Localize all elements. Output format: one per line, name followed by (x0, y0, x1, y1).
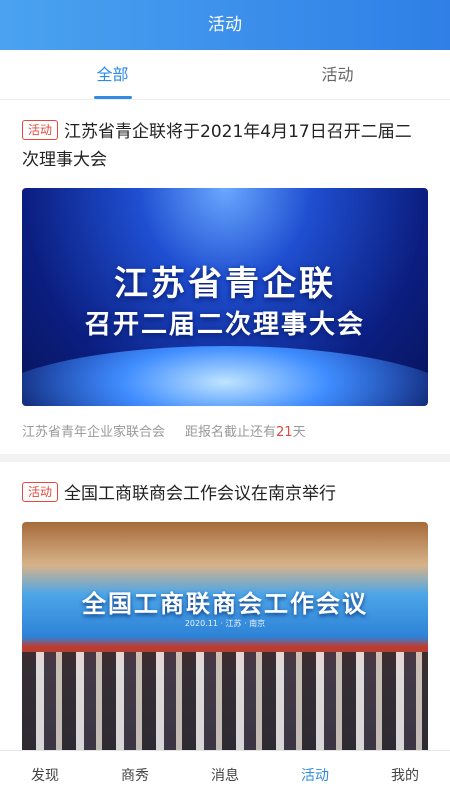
banner-caption: 2020.11 · 江苏 · 南京 (184, 619, 266, 628)
activity-feed: 活动 江苏省青企联将于2021年4月17日召开二届二次理事大会 江苏省青企联 召开… (0, 100, 450, 750)
activity-card[interactable]: 活动 全国工商联商会工作会议在南京举行 全国工商联商会工作会议 2020.11 ·… (0, 462, 450, 750)
banner-headline: 江苏省青企联 (114, 264, 336, 304)
tab-activity[interactable]: 活动 (225, 50, 450, 99)
tab-all[interactable]: 全部 (0, 50, 225, 99)
tabbar-mine[interactable]: 我的 (360, 751, 450, 800)
organizer: 江苏省青年企业家联合会 (22, 425, 166, 440)
tabbar-messages[interactable]: 消息 (180, 751, 270, 800)
tabbar-business-show[interactable]: 商秀 (90, 751, 180, 800)
category-tabs: 全部 活动 (0, 50, 450, 100)
tabbar-discover[interactable]: 发现 (0, 751, 90, 800)
activity-title: 全国工商联商会工作会议在南京举行 (64, 484, 337, 504)
activity-banner-image[interactable]: 江苏省青企联 召开二届二次理事大会 (22, 188, 428, 406)
activity-tag: 活动 (22, 120, 59, 140)
banner-headline: 全国工商联商会工作会议 (82, 590, 368, 618)
activity-banner-image[interactable]: 全国工商联商会工作会议 2020.11 · 江苏 · 南京 (22, 522, 428, 750)
banner-subheadline: 召开二届二次理事大会 (84, 310, 365, 340)
planet-glow (22, 346, 428, 406)
bottom-tab-bar: 发现 商秀 消息 活动 我的 (0, 750, 450, 800)
activity-title: 江苏省青企联将于2021年4月17日召开二届二次理事大会 (22, 122, 412, 170)
audience-photo (22, 652, 428, 750)
activity-meta: 江苏省青年企业家联合会 距报名截止还有21天 (22, 422, 428, 444)
page-title: 活动 (208, 15, 242, 35)
activity-card[interactable]: 活动 江苏省青企联将于2021年4月17日召开二届二次理事大会 江苏省青企联 召开… (0, 100, 450, 454)
page-header: 活动 (0, 0, 450, 50)
activity-tag: 活动 (22, 482, 59, 502)
deadline-days: 21 (276, 425, 293, 440)
deadline: 距报名截止还有21天 (185, 425, 306, 440)
tabbar-activity[interactable]: 活动 (270, 751, 360, 800)
